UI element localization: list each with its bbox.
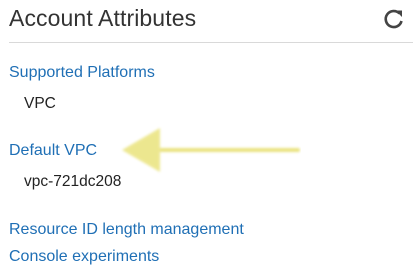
panel-header: Account Attributes (9, 4, 413, 43)
supported-platforms-value: VPC (24, 95, 56, 112)
panel-title: Account Attributes (9, 5, 197, 31)
refresh-icon[interactable] (381, 6, 407, 32)
account-attributes-panel: Account Attributes Supported Platforms V… (0, 0, 413, 272)
highlight-arrow-icon (116, 126, 301, 176)
default-vpc-value: vpc-721dc208 (24, 173, 122, 190)
supported-platforms-link[interactable]: Supported Platforms (9, 64, 155, 82)
console-experiments-link[interactable]: Console experiments (9, 248, 159, 266)
resource-id-length-management-link[interactable]: Resource ID length management (9, 221, 244, 239)
default-vpc-link[interactable]: Default VPC (9, 142, 97, 160)
